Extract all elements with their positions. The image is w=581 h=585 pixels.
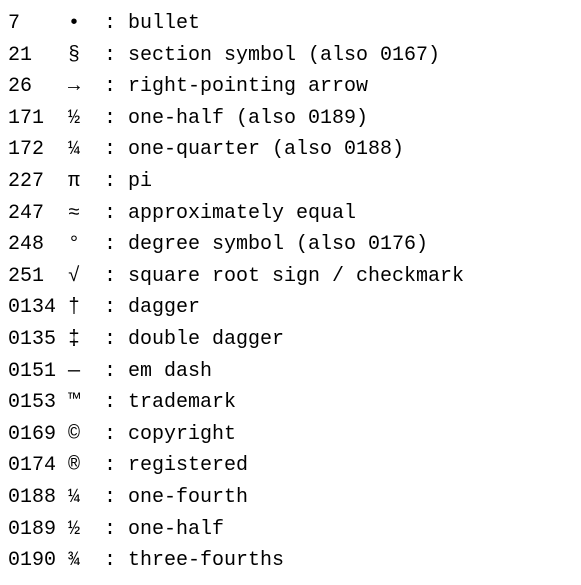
separator: : (92, 198, 128, 230)
separator: : (92, 103, 128, 135)
alt-code-row: 171½ : one-half (also 0189) (8, 103, 573, 135)
separator: : (92, 292, 128, 324)
alt-code-number: 0153 (8, 387, 68, 419)
alt-code-row: 26→ : right-pointing arrow (8, 71, 573, 103)
separator: : (92, 324, 128, 356)
alt-code-symbol: • (68, 8, 92, 40)
alt-code-description: right-pointing arrow (128, 75, 368, 98)
alt-code-row: 21§ : section symbol (also 0167) (8, 40, 573, 72)
alt-code-row: 0190¾ : three-fourths (8, 545, 573, 577)
alt-code-symbol: ® (68, 450, 92, 482)
alt-code-description: trademark (128, 391, 236, 414)
alt-code-description: square root sign / checkmark (128, 265, 464, 288)
alt-code-symbol: § (68, 40, 92, 72)
alt-code-symbol: → (68, 71, 92, 103)
alt-code-symbol: — (68, 356, 92, 388)
alt-code-number: 227 (8, 166, 68, 198)
separator: : (92, 356, 128, 388)
alt-code-row: 248° : degree symbol (also 0176) (8, 229, 573, 261)
separator: : (92, 8, 128, 40)
alt-code-row: 227π : pi (8, 166, 573, 198)
alt-code-symbol: † (68, 292, 92, 324)
alt-code-description: approximately equal (128, 202, 356, 225)
separator: : (92, 134, 128, 166)
alt-code-description: section symbol (also 0167) (128, 44, 440, 67)
alt-code-number: 0134 (8, 292, 68, 324)
alt-code-description: degree symbol (also 0176) (128, 233, 428, 256)
alt-code-symbol: ½ (68, 514, 92, 546)
alt-code-description: dagger (128, 296, 200, 319)
separator: : (92, 482, 128, 514)
separator: : (92, 514, 128, 546)
alt-code-row: 0174® : registered (8, 450, 573, 482)
alt-code-description: three-fourths (128, 549, 284, 572)
separator: : (92, 387, 128, 419)
alt-code-number: 171 (8, 103, 68, 135)
separator: : (92, 545, 128, 577)
alt-code-number: 21 (8, 40, 68, 72)
alt-code-symbol: ¼ (68, 134, 92, 166)
alt-code-symbol: ° (68, 229, 92, 261)
alt-code-symbol: ≈ (68, 198, 92, 230)
alt-code-row: 251√ : square root sign / checkmark (8, 261, 573, 293)
alt-code-symbol: √ (68, 261, 92, 293)
separator: : (92, 40, 128, 72)
alt-code-symbol: π (68, 166, 92, 198)
alt-code-symbol: ½ (68, 103, 92, 135)
alt-code-symbol: ™ (68, 387, 92, 419)
separator: : (92, 450, 128, 482)
alt-code-description: double dagger (128, 328, 284, 351)
alt-code-number: 0189 (8, 514, 68, 546)
alt-code-number: 172 (8, 134, 68, 166)
alt-code-symbol: © (68, 419, 92, 451)
alt-code-number: 0151 (8, 356, 68, 388)
alt-code-description: registered (128, 454, 248, 477)
separator: : (92, 166, 128, 198)
alt-code-row: 0189½ : one-half (8, 514, 573, 546)
alt-code-row: 7• : bullet (8, 8, 573, 40)
alt-code-row: 0134† : dagger (8, 292, 573, 324)
alt-code-number: 0135 (8, 324, 68, 356)
alt-code-number: 0190 (8, 545, 68, 577)
alt-code-row: 0135‡ : double dagger (8, 324, 573, 356)
alt-code-symbol: ‡ (68, 324, 92, 356)
alt-code-number: 248 (8, 229, 68, 261)
alt-code-row: 247≈ : approximately equal (8, 198, 573, 230)
alt-code-row: 0169© : copyright (8, 419, 573, 451)
alt-code-description: pi (128, 170, 152, 193)
separator: : (92, 261, 128, 293)
alt-code-list: 7• : bullet21§ : section symbol (also 01… (8, 8, 573, 577)
alt-code-description: one-quarter (also 0188) (128, 138, 404, 161)
separator: : (92, 419, 128, 451)
alt-code-description: one-half (also 0189) (128, 107, 368, 130)
alt-code-description: copyright (128, 423, 236, 446)
alt-code-row: 172¼ : one-quarter (also 0188) (8, 134, 573, 166)
alt-code-description: bullet (128, 12, 200, 35)
alt-code-symbol: ¾ (68, 545, 92, 577)
alt-code-row: 0151— : em dash (8, 356, 573, 388)
alt-code-row: 0153™ : trademark (8, 387, 573, 419)
alt-code-number: 7 (8, 8, 68, 40)
alt-code-symbol: ¼ (68, 482, 92, 514)
alt-code-number: 247 (8, 198, 68, 230)
alt-code-number: 0169 (8, 419, 68, 451)
alt-code-number: 0174 (8, 450, 68, 482)
separator: : (92, 71, 128, 103)
alt-code-description: one-fourth (128, 486, 248, 509)
alt-code-description: em dash (128, 360, 212, 383)
alt-code-number: 26 (8, 71, 68, 103)
alt-code-description: one-half (128, 518, 224, 541)
separator: : (92, 229, 128, 261)
alt-code-row: 0188¼ : one-fourth (8, 482, 573, 514)
alt-code-number: 251 (8, 261, 68, 293)
alt-code-number: 0188 (8, 482, 68, 514)
